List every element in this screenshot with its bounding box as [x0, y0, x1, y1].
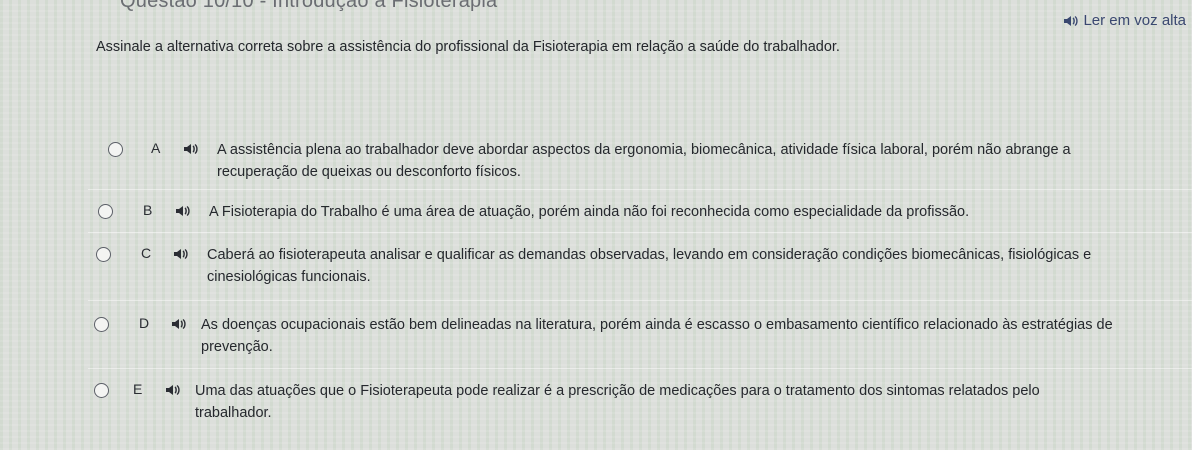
divider [88, 232, 1192, 233]
radio-button[interactable] [108, 142, 123, 157]
option-text-line1: A Fisioterapia do Trabalho é uma área de… [209, 204, 970, 220]
speaker-icon[interactable] [173, 247, 189, 265]
option-text-line2: trabalhador. [195, 405, 272, 421]
option-text-line1: A assistência plena ao trabalhador deve … [217, 142, 1071, 158]
option-text: As doenças ocupacionais estão bem deline… [201, 314, 1113, 358]
read-aloud-label: Ler em voz alta [1083, 12, 1186, 29]
speaker-icon[interactable] [171, 317, 187, 335]
option-letter: D [139, 315, 150, 331]
radio-button[interactable] [96, 247, 111, 262]
speaker-icon[interactable] [183, 142, 199, 160]
option-text-line2: prevenção. [201, 339, 273, 355]
option-text-line2: cinesiológicas funcionais. [207, 269, 371, 285]
option-letter: A [151, 140, 161, 156]
option-text: A Fisioterapia do Trabalho é uma área de… [209, 201, 969, 223]
read-aloud-button[interactable]: Ler em voz alta [1063, 12, 1186, 29]
divider [88, 300, 1192, 301]
option-e[interactable]: E Uma das atuações que o Fisioterapeuta … [88, 380, 1192, 424]
option-text-line2: recuperação de queixas ou desconforto fí… [217, 164, 521, 180]
option-text-line1: As doenças ocupacionais estão bem deline… [201, 317, 1113, 333]
question-header-title: Questão 10/10 - Introdução à Fisioterapi… [120, 0, 498, 12]
option-c[interactable]: C Caberá ao fisioterapeuta analisar e qu… [88, 244, 1192, 288]
radio-button[interactable] [94, 317, 109, 332]
option-text-line1: Caberá ao fisioterapeuta analisar e qual… [207, 247, 1092, 263]
question-text: Assinale a alternativa correta sobre a a… [96, 39, 840, 55]
option-b[interactable]: B A Fisioterapia do Trabalho é uma área … [88, 201, 1192, 223]
option-letter: B [143, 202, 153, 218]
option-text-line1: Uma das atuações que o Fisioterapeuta po… [195, 383, 1040, 399]
option-letter: E [133, 381, 143, 397]
option-text: Caberá ao fisioterapeuta analisar e qual… [207, 244, 1091, 288]
option-a[interactable]: A A assistência plena ao trabalhador dev… [88, 139, 1192, 183]
divider [88, 368, 1192, 369]
speaker-icon[interactable] [165, 383, 181, 401]
option-text: Uma das atuações que o Fisioterapeuta po… [195, 380, 1040, 424]
speaker-icon [1063, 15, 1079, 27]
divider [88, 189, 1192, 190]
radio-button[interactable] [94, 383, 109, 398]
radio-button[interactable] [98, 204, 113, 219]
option-d[interactable]: D As doenças ocupacionais estão bem deli… [88, 314, 1192, 358]
speaker-icon[interactable] [175, 204, 191, 222]
option-text: A assistência plena ao trabalhador deve … [217, 139, 1071, 183]
option-letter: C [141, 245, 152, 261]
